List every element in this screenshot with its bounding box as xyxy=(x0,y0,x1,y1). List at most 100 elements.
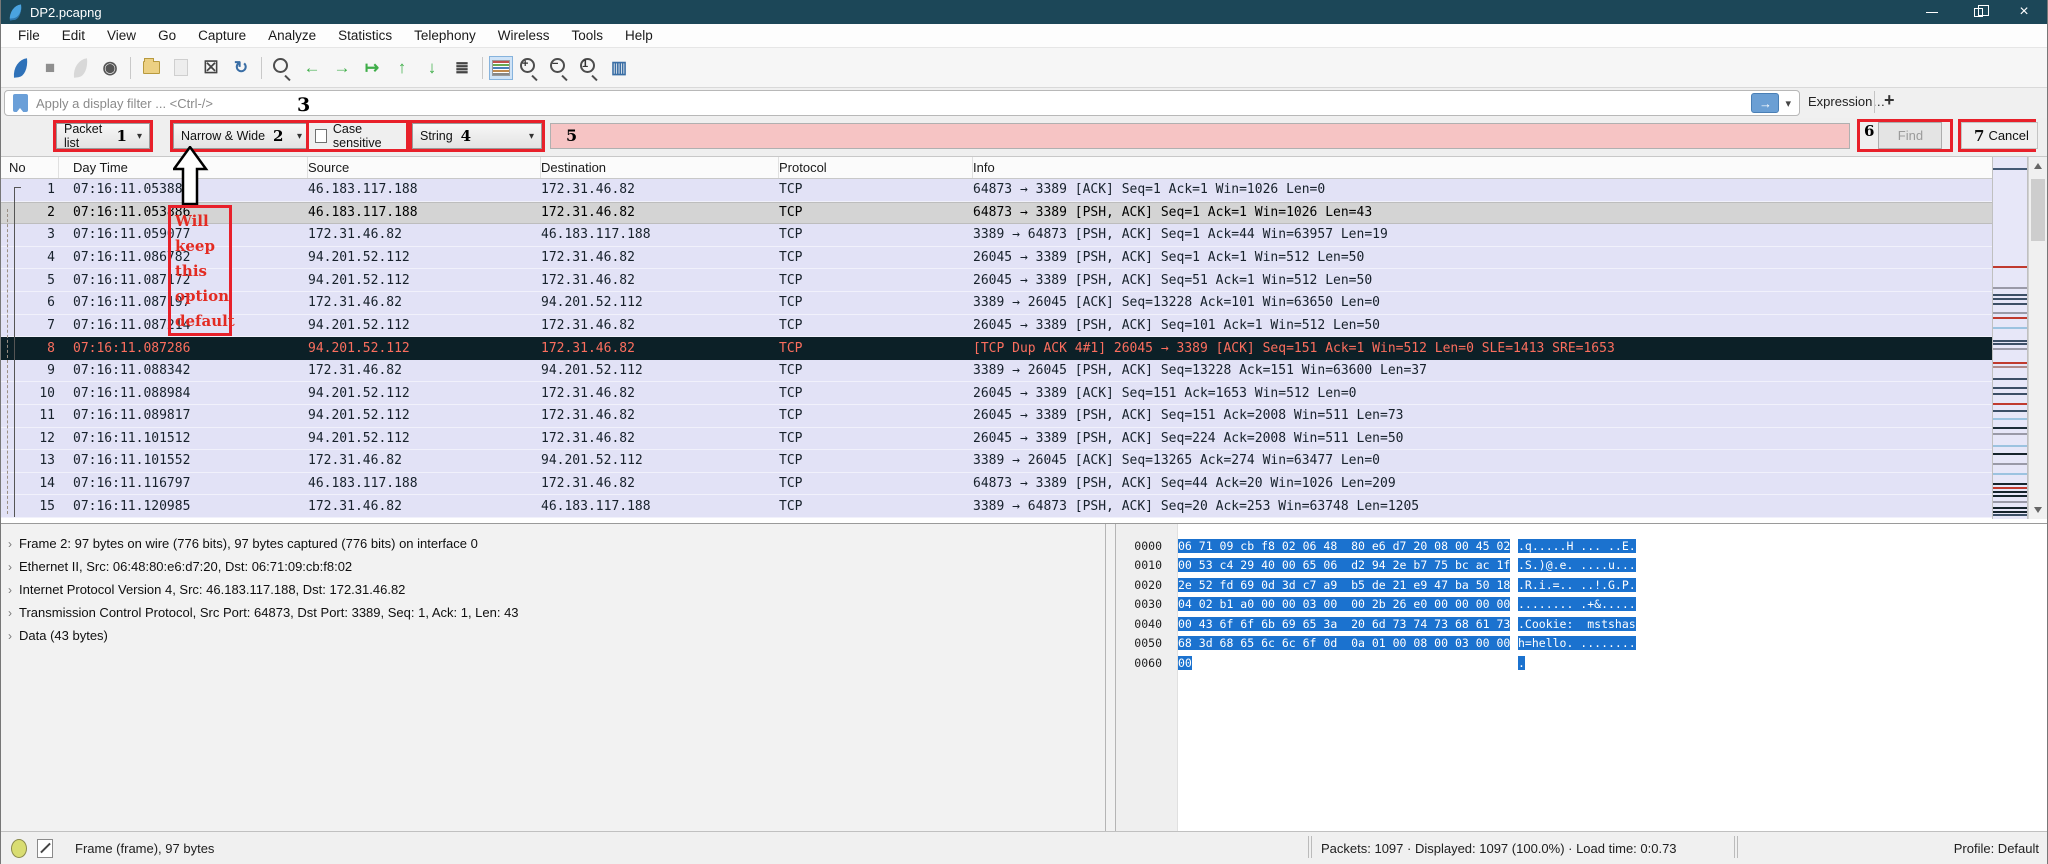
packet-row[interactable]: 4 07:16:11.086782 94.201.52.112 172.31.46.8… xyxy=(1,246,1994,270)
ascii-bytes[interactable]: ........ .+&..... xyxy=(1518,597,1636,612)
start-capture-icon[interactable] xyxy=(6,54,34,82)
packet-row[interactable]: 12 07:16:11.101512 94.201.52.112 172.31.46.… xyxy=(1,427,1994,451)
hex-bytes[interactable]: 06 71 09 cb f8 02 06 48 80 e6 d7 20 08 0… xyxy=(1178,538,1511,553)
packet-row[interactable]: 3 07:16:11.059077 172.31.46.82 46.183.117.1… xyxy=(1,224,1994,247)
detail-line[interactable]: › Ethernet II, Src: 06:48:80:e6:d7:20, Ds… xyxy=(1,555,1105,578)
go-to-packet-icon[interactable]: ↦ xyxy=(358,54,386,82)
scrollbar-thumb[interactable] xyxy=(2031,179,2045,241)
packet-row[interactable]: 13 07:16:11.101552 172.31.46.82 94.201.52.1… xyxy=(1,450,1994,473)
ascii-bytes[interactable]: .S.)@.e. ....u... xyxy=(1518,558,1636,573)
hex-row[interactable]: 0060 00. xyxy=(1116,653,2047,673)
packet-row[interactable]: 9 07:16:11.088342 172.31.46.82 94.201.52.11… xyxy=(1,359,1994,383)
menu-item-view[interactable]: View xyxy=(96,25,147,46)
scroll-up-icon[interactable] xyxy=(2029,157,2047,175)
ascii-bytes[interactable]: h=hello. ........ xyxy=(1518,636,1636,651)
search-input[interactable] xyxy=(550,123,1850,149)
resize-columns-icon[interactable]: ▥ xyxy=(605,54,633,82)
auto-scroll-icon[interactable]: ≣ xyxy=(448,54,476,82)
ascii-bytes[interactable]: .Cookie: mstshas xyxy=(1518,616,1636,631)
save-file-icon[interactable] xyxy=(167,54,195,82)
hex-bytes[interactable]: 00 53 c4 29 40 00 65 06 d2 94 2e b7 75 b… xyxy=(1178,558,1511,573)
go-forward-icon[interactable]: → xyxy=(328,54,356,82)
close-file-icon[interactable]: ☒ xyxy=(197,54,225,82)
menu-item-file[interactable]: File xyxy=(7,25,51,46)
find-packet-icon[interactable] xyxy=(268,54,296,82)
ascii-bytes[interactable]: .q.....H ... ..E. xyxy=(1518,538,1636,553)
reload-file-icon[interactable]: ↻ xyxy=(227,54,255,82)
hex-row[interactable]: 0040 00 43 6f 6f 6b 69 65 3a 20 6d 73 74 … xyxy=(1116,614,2047,634)
zoom-out-icon[interactable]: − xyxy=(545,54,573,82)
add-filter-button[interactable]: + xyxy=(1884,90,1895,111)
packet-row[interactable]: 8 07:16:11.087286 94.201.52.112 172.31.46.8… xyxy=(1,337,1994,360)
expander-icon[interactable]: › xyxy=(1,629,19,643)
scroll-down-icon[interactable] xyxy=(2029,501,2047,519)
hex-bytes[interactable]: 00 43 6f 6f 6b 69 65 3a 20 6d 73 74 73 6… xyxy=(1178,616,1511,631)
column-header-destination[interactable]: Destination xyxy=(541,157,779,178)
menu-item-wireless[interactable]: Wireless xyxy=(487,25,561,46)
expander-icon[interactable]: › xyxy=(1,606,19,620)
packet-row[interactable]: 5 07:16:11.087172 94.201.52.112 172.31.46.8… xyxy=(1,269,1994,292)
packet-row[interactable]: 6 07:16:11.087197 172.31.46.82 94.201.52.11… xyxy=(1,291,1994,315)
intelligent-scrollbar-minimap[interactable] xyxy=(1992,157,2028,519)
go-to-top-icon[interactable]: ↑ xyxy=(388,54,416,82)
search-type-dropdown[interactable]: String 4 ▾ xyxy=(412,123,542,149)
apply-filter-button[interactable]: → xyxy=(1751,93,1780,113)
menu-item-edit[interactable]: Edit xyxy=(51,25,96,46)
expander-icon[interactable]: › xyxy=(1,583,19,597)
packet-row[interactable]: 2 07:16:11.053886 46.183.117.188 172.31.46.… xyxy=(1,201,1994,225)
bookmark-icon[interactable] xyxy=(13,94,28,113)
go-back-icon[interactable]: ← xyxy=(298,54,326,82)
packet-row[interactable]: 14 07:16:11.116797 46.183.117.188 172.31.46… xyxy=(1,472,1994,496)
menu-item-capture[interactable]: Capture xyxy=(187,25,257,46)
zoom-in-icon[interactable]: + xyxy=(515,54,543,82)
menu-item-go[interactable]: Go xyxy=(147,25,187,46)
open-file-icon[interactable] xyxy=(137,54,165,82)
detail-line[interactable]: › Frame 2: 97 bytes on wire (776 bits), 9… xyxy=(1,532,1105,555)
packet-row[interactable]: 10 07:16:11.088984 94.201.52.112 172.31.46.… xyxy=(1,382,1994,405)
hex-row[interactable]: 0020 2e 52 fd 69 0d 3d c7 a9 b5 de 21 e9 … xyxy=(1116,575,2047,595)
ascii-bytes[interactable]: .R.i.=.. ..!.G.P. xyxy=(1518,577,1636,592)
filter-history-caret-icon[interactable]: ▾ xyxy=(1785,97,1791,110)
hex-row[interactable]: 0050 68 3d 68 65 6c 6c 6f 0d 0a 01 00 08 … xyxy=(1116,634,2047,654)
hex-bytes[interactable]: 2e 52 fd 69 0d 3d c7 a9 b5 de 21 e9 47 b… xyxy=(1178,577,1511,592)
hex-bytes[interactable]: 04 02 b1 a0 00 00 03 00 00 2b 26 e0 00 0… xyxy=(1178,597,1511,612)
status-profile[interactable]: Profile: Default xyxy=(1954,841,2039,856)
detail-line[interactable]: › Internet Protocol Version 4, Src: 46.18… xyxy=(1,578,1105,601)
minimize-button[interactable] xyxy=(1909,0,1955,24)
hex-row[interactable]: 0010 00 53 c4 29 40 00 65 06 d2 94 2e b7 … xyxy=(1116,556,2047,576)
hex-row[interactable]: 0030 04 02 b1 a0 00 00 03 00 00 2b 26 e0 … xyxy=(1116,595,2047,615)
menu-item-analyze[interactable]: Analyze xyxy=(257,25,327,46)
expander-icon[interactable]: › xyxy=(1,560,19,574)
column-header-info[interactable]: Info xyxy=(973,157,1994,178)
detail-line[interactable]: › Data (43 bytes) xyxy=(1,624,1105,647)
menu-item-telephony[interactable]: Telephony xyxy=(403,25,487,46)
hex-row[interactable]: 0000 06 71 09 cb f8 02 06 48 80 e6 d7 20 … xyxy=(1116,536,2047,556)
hex-bytes[interactable]: 00 xyxy=(1178,655,1192,670)
find-button[interactable]: Find xyxy=(1878,122,1943,149)
go-to-bottom-icon[interactable]: ↓ xyxy=(418,54,446,82)
hex-bytes[interactable]: 68 3d 68 65 6c 6c 6f 0d 0a 01 00 08 00 0… xyxy=(1178,636,1511,651)
column-header-source[interactable]: Source xyxy=(308,157,541,178)
capture-comment-icon[interactable] xyxy=(37,838,53,858)
column-header-protocol[interactable]: Protocol xyxy=(779,157,973,178)
menu-item-help[interactable]: Help xyxy=(614,25,664,46)
packet-list-scrollbar[interactable] xyxy=(2028,157,2047,519)
column-header-no[interactable]: No xyxy=(1,157,59,178)
expander-icon[interactable]: › xyxy=(1,537,19,551)
search-scope-dropdown[interactable]: Packet list 1 ▾ xyxy=(56,122,150,150)
packet-row[interactable]: 1 07:16:11.053886 46.183.117.188 172.31.46.… xyxy=(1,179,1994,202)
capture-options-icon[interactable]: ◉ xyxy=(96,54,124,82)
packet-row[interactable]: 11 07:16:11.089817 94.201.52.112 172.31.46.… xyxy=(1,404,1994,428)
expert-info-icon[interactable] xyxy=(11,838,27,858)
ascii-bytes[interactable]: . xyxy=(1518,655,1525,670)
menu-item-tools[interactable]: Tools xyxy=(560,25,614,46)
packet-row[interactable]: 7 07:16:11.087214 94.201.52.112 172.31.46.8… xyxy=(1,314,1994,338)
close-button[interactable]: × xyxy=(2001,0,2047,24)
packet-row[interactable]: 15 07:16:11.120985 172.31.46.82 46.183.117.… xyxy=(1,495,1994,518)
cancel-button[interactable]: 7 Cancel xyxy=(1961,122,2038,149)
display-filter-input[interactable] xyxy=(36,95,1752,111)
restore-button[interactable] xyxy=(1955,0,2001,24)
case-sensitive-checkbox[interactable] xyxy=(315,129,327,143)
zoom-reset-icon[interactable]: 1 xyxy=(575,54,603,82)
colorize-packets-icon[interactable] xyxy=(489,55,513,80)
